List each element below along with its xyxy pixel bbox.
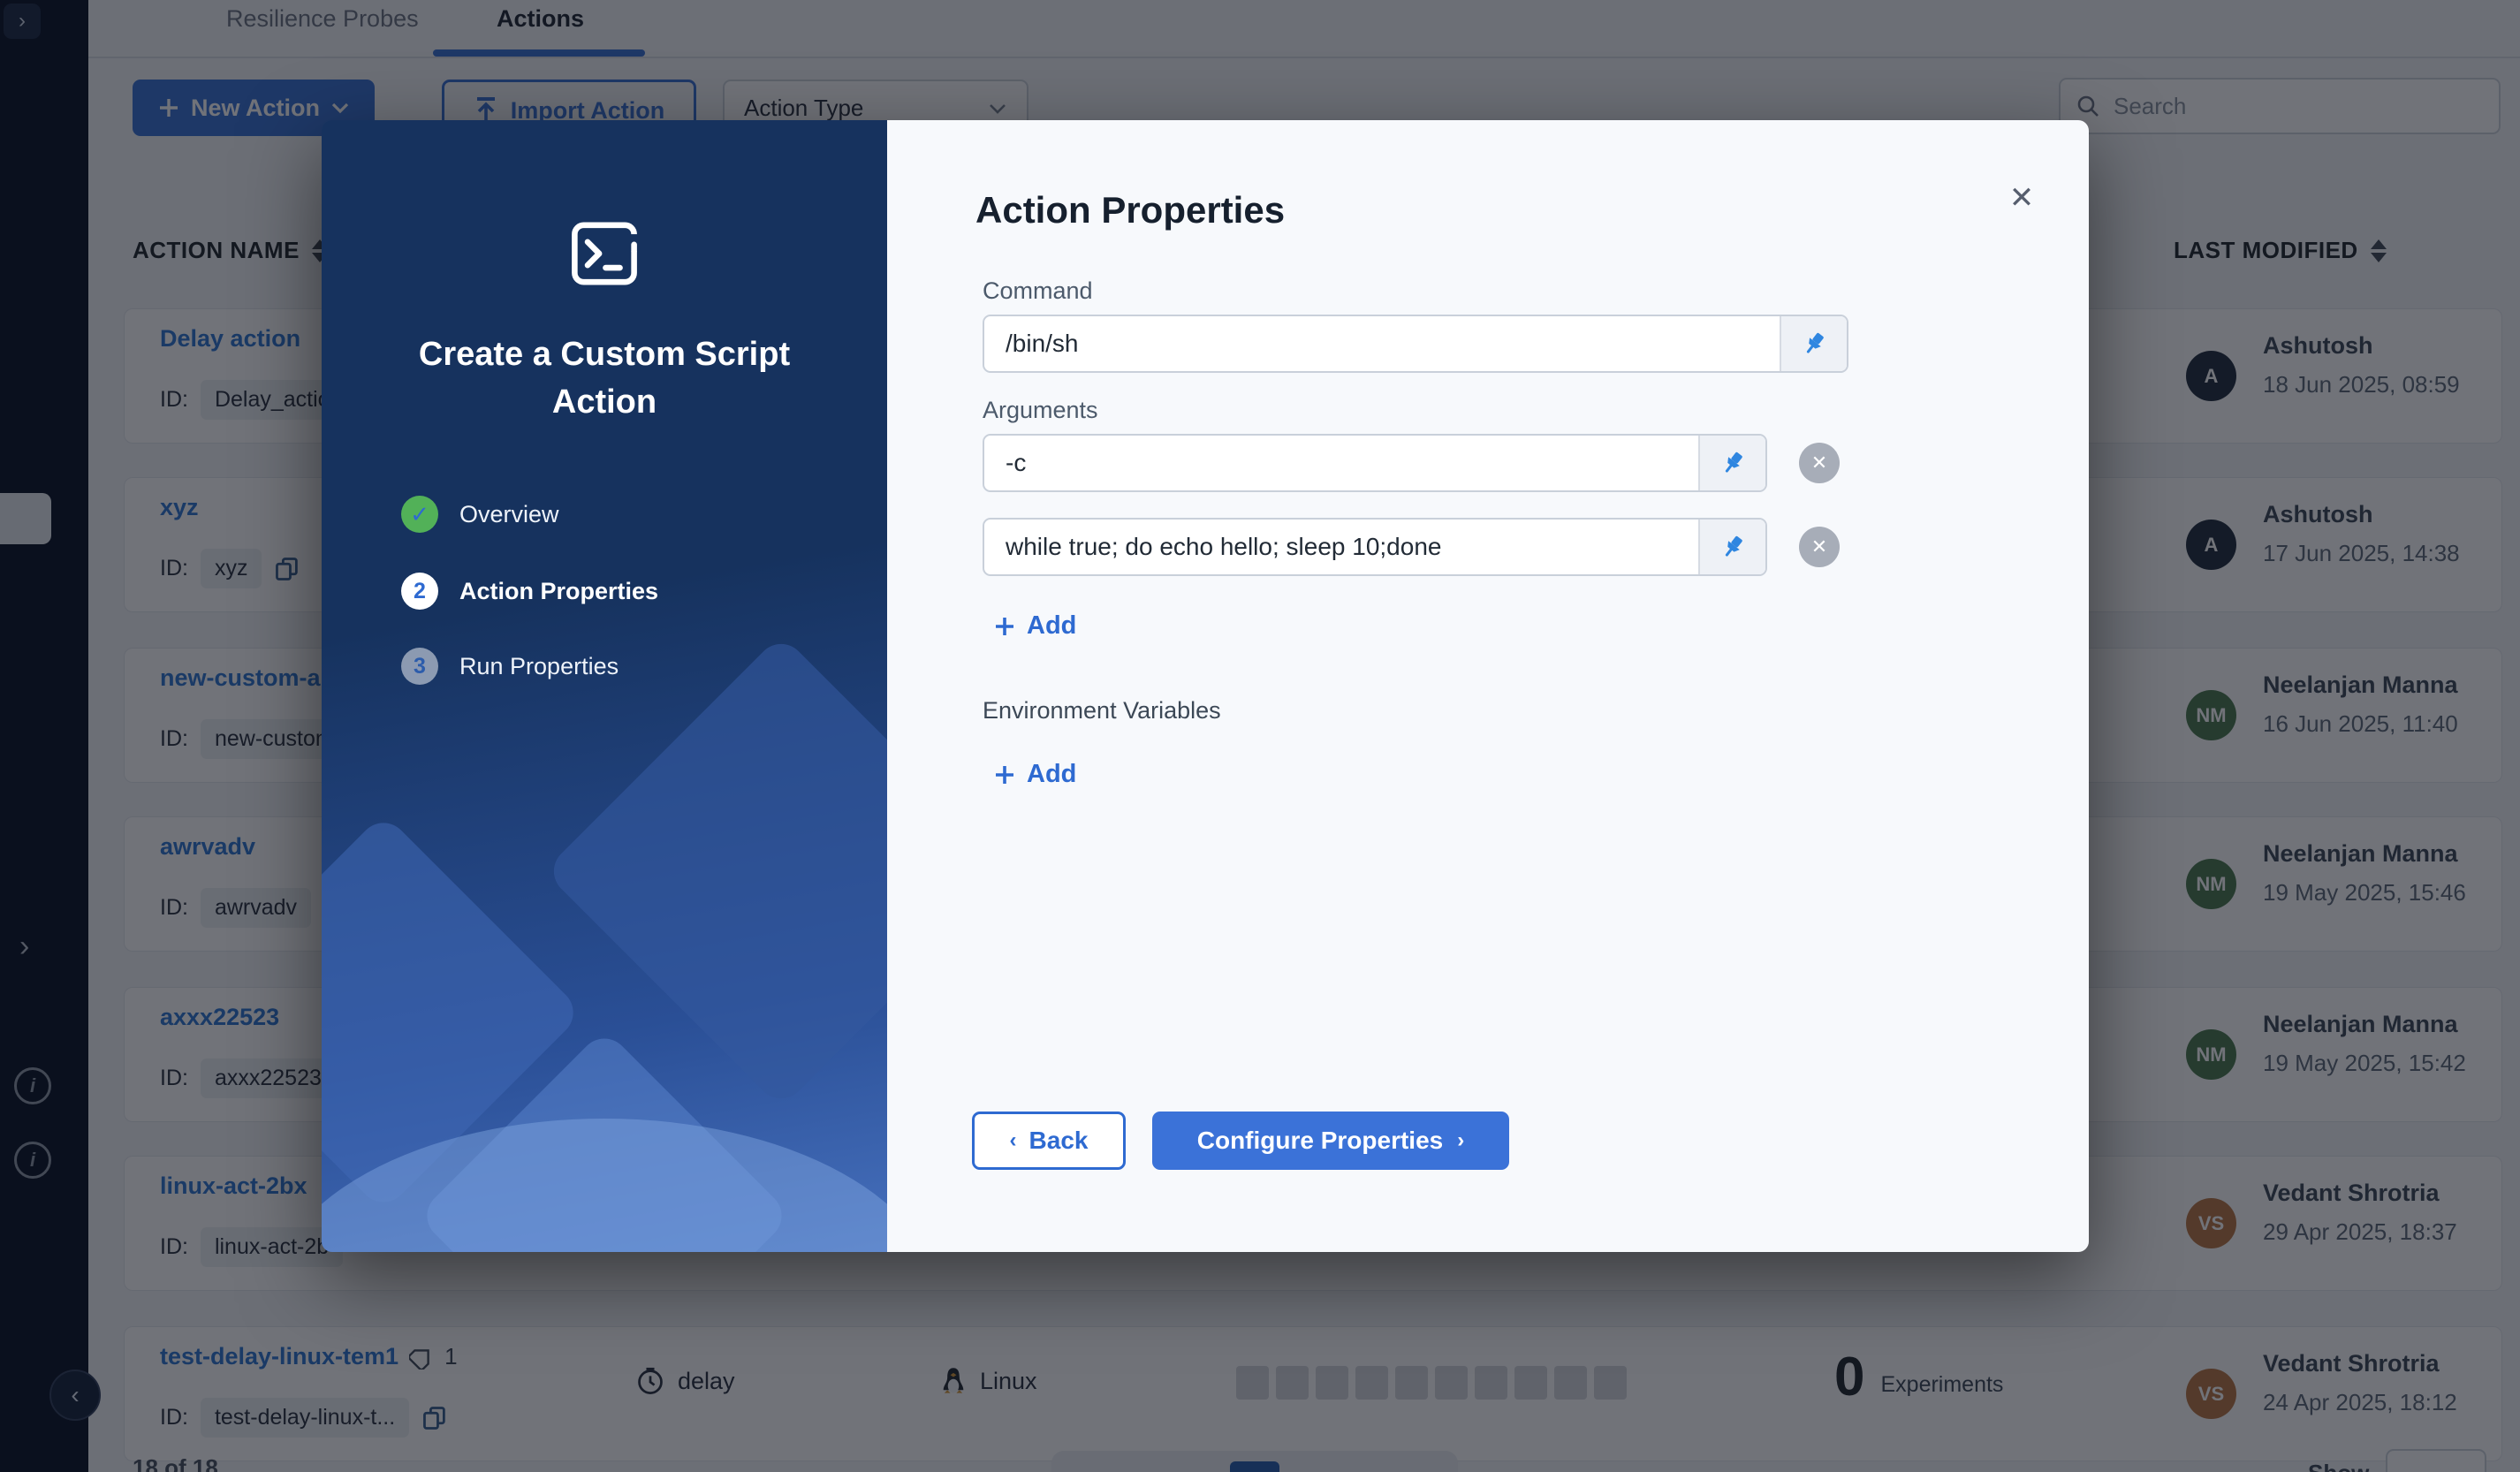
step-number: 2 bbox=[401, 573, 438, 610]
panel-title: Action Properties bbox=[975, 189, 1285, 231]
remove-argument-button[interactable]: ✕ bbox=[1799, 443, 1840, 483]
terminal-icon bbox=[571, 221, 638, 291]
step-done-check-icon: ✓ bbox=[401, 496, 438, 533]
configure-properties-label: Configure Properties bbox=[1197, 1127, 1443, 1155]
wizard-sidebar: Create a Custom Script Action ✓ Overview… bbox=[322, 120, 887, 1252]
step-overview[interactable]: ✓ Overview bbox=[401, 496, 559, 533]
back-label: Back bbox=[1029, 1127, 1089, 1155]
pushpin-icon bbox=[1801, 330, 1827, 357]
pin-button[interactable] bbox=[1698, 520, 1765, 574]
command-field bbox=[983, 315, 1848, 373]
argument-input-1[interactable] bbox=[984, 436, 1698, 490]
watermark-diamond bbox=[543, 634, 887, 1108]
argument-field bbox=[983, 434, 1767, 492]
step-label: Action Properties bbox=[459, 578, 658, 605]
command-label: Command bbox=[983, 277, 1093, 305]
step-action-properties[interactable]: 2 Action Properties bbox=[401, 573, 658, 610]
step-label: Overview bbox=[459, 501, 559, 528]
chevron-left-icon: ‹ bbox=[1010, 1128, 1017, 1153]
create-custom-script-action-modal: Create a Custom Script Action ✓ Overview… bbox=[322, 120, 2089, 1252]
step-run-properties[interactable]: 3 Run Properties bbox=[401, 648, 619, 685]
add-label: Add bbox=[1027, 760, 1076, 789]
wizard-title: Create a Custom Script Action bbox=[397, 330, 812, 426]
pin-button[interactable] bbox=[1698, 436, 1765, 490]
argument-field bbox=[983, 518, 1767, 576]
chevron-right-icon: › bbox=[1457, 1128, 1464, 1153]
plus-icon bbox=[993, 763, 1016, 786]
argument-input-2[interactable] bbox=[984, 520, 1698, 574]
back-button[interactable]: ‹ Back bbox=[972, 1112, 1126, 1170]
step-label: Run Properties bbox=[459, 653, 619, 680]
close-icon[interactable]: ✕ bbox=[2000, 177, 2043, 219]
step-number: 3 bbox=[401, 648, 438, 685]
plus-icon bbox=[993, 615, 1016, 638]
arguments-label: Arguments bbox=[983, 397, 1098, 424]
configure-properties-button[interactable]: Configure Properties › bbox=[1152, 1112, 1509, 1170]
add-environment-variable-button[interactable]: Add bbox=[993, 760, 1076, 789]
remove-argument-button[interactable]: ✕ bbox=[1799, 527, 1840, 567]
add-argument-button[interactable]: Add bbox=[993, 611, 1076, 641]
pushpin-icon bbox=[1719, 450, 1746, 476]
pin-button[interactable] bbox=[1780, 316, 1847, 371]
command-input[interactable] bbox=[984, 316, 1780, 371]
app-screen: › › i i ‹ Resilience Probes Actions New … bbox=[0, 0, 2520, 1472]
pushpin-icon bbox=[1719, 534, 1746, 560]
add-label: Add bbox=[1027, 611, 1076, 641]
environment-variables-label: Environment Variables bbox=[983, 697, 1221, 725]
action-properties-panel: ✕ Action Properties Command Arguments bbox=[887, 120, 2089, 1252]
